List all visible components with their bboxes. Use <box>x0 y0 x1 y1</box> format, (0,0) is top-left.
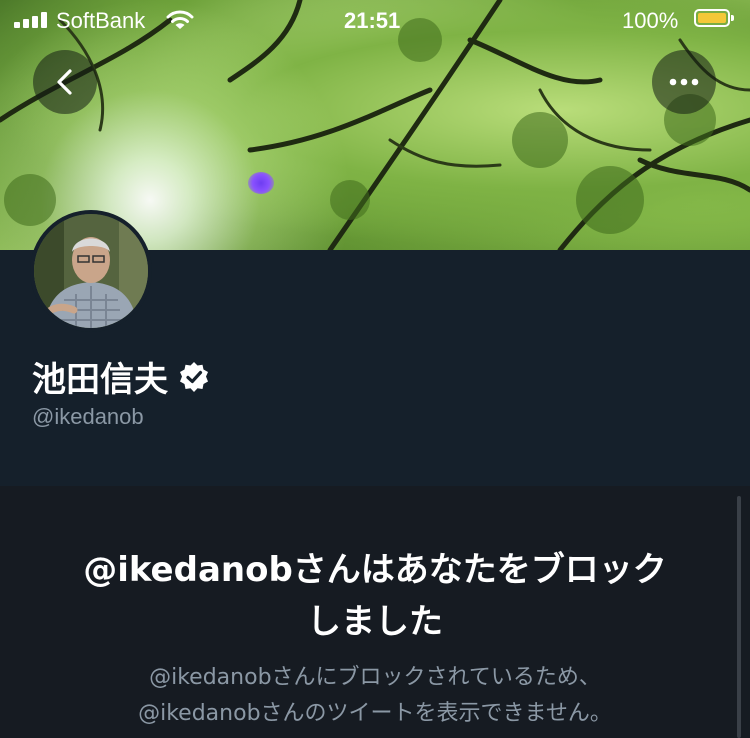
avatar-photo <box>34 214 148 328</box>
profile-handle: @ikedanob <box>32 404 144 429</box>
blocked-title-line1: @ikedanobさんはあなたをブロック <box>83 550 667 590</box>
avatar[interactable] <box>30 210 152 332</box>
battery-percentage: 100% <box>622 8 679 33</box>
clock: 21:51 <box>344 8 401 33</box>
lens-flare <box>248 172 274 194</box>
carrier-name: SoftBank <box>56 8 146 33</box>
verified-badge-icon <box>180 361 208 392</box>
profile-name-row: 池田信夫 <box>32 352 210 401</box>
blocked-description: @ikedanobさんにブロックされているため、 @ikedanobさんのツイー… <box>0 660 750 732</box>
wifi-icon <box>166 10 194 29</box>
more-options-button[interactable] <box>652 50 716 114</box>
chevron-left-icon <box>57 69 72 95</box>
blocked-description-line2: @ikedanobさんのツイートを表示できません。 <box>138 701 612 726</box>
blocked-title: @ikedanobさんはあなたをブロック しました <box>0 544 750 648</box>
blocked-description-line1: @ikedanobさんにブロックされているため、 <box>149 665 601 690</box>
blocked-title-line2: しました <box>307 602 443 642</box>
battery-icon <box>694 9 734 27</box>
status-bar: SoftBank 21:51 100% <box>0 0 750 42</box>
profile-name: 池田信夫 <box>32 360 168 400</box>
back-button[interactable] <box>33 50 97 114</box>
cellular-signal-icon <box>14 12 50 28</box>
more-horizontal-icon <box>669 78 699 86</box>
